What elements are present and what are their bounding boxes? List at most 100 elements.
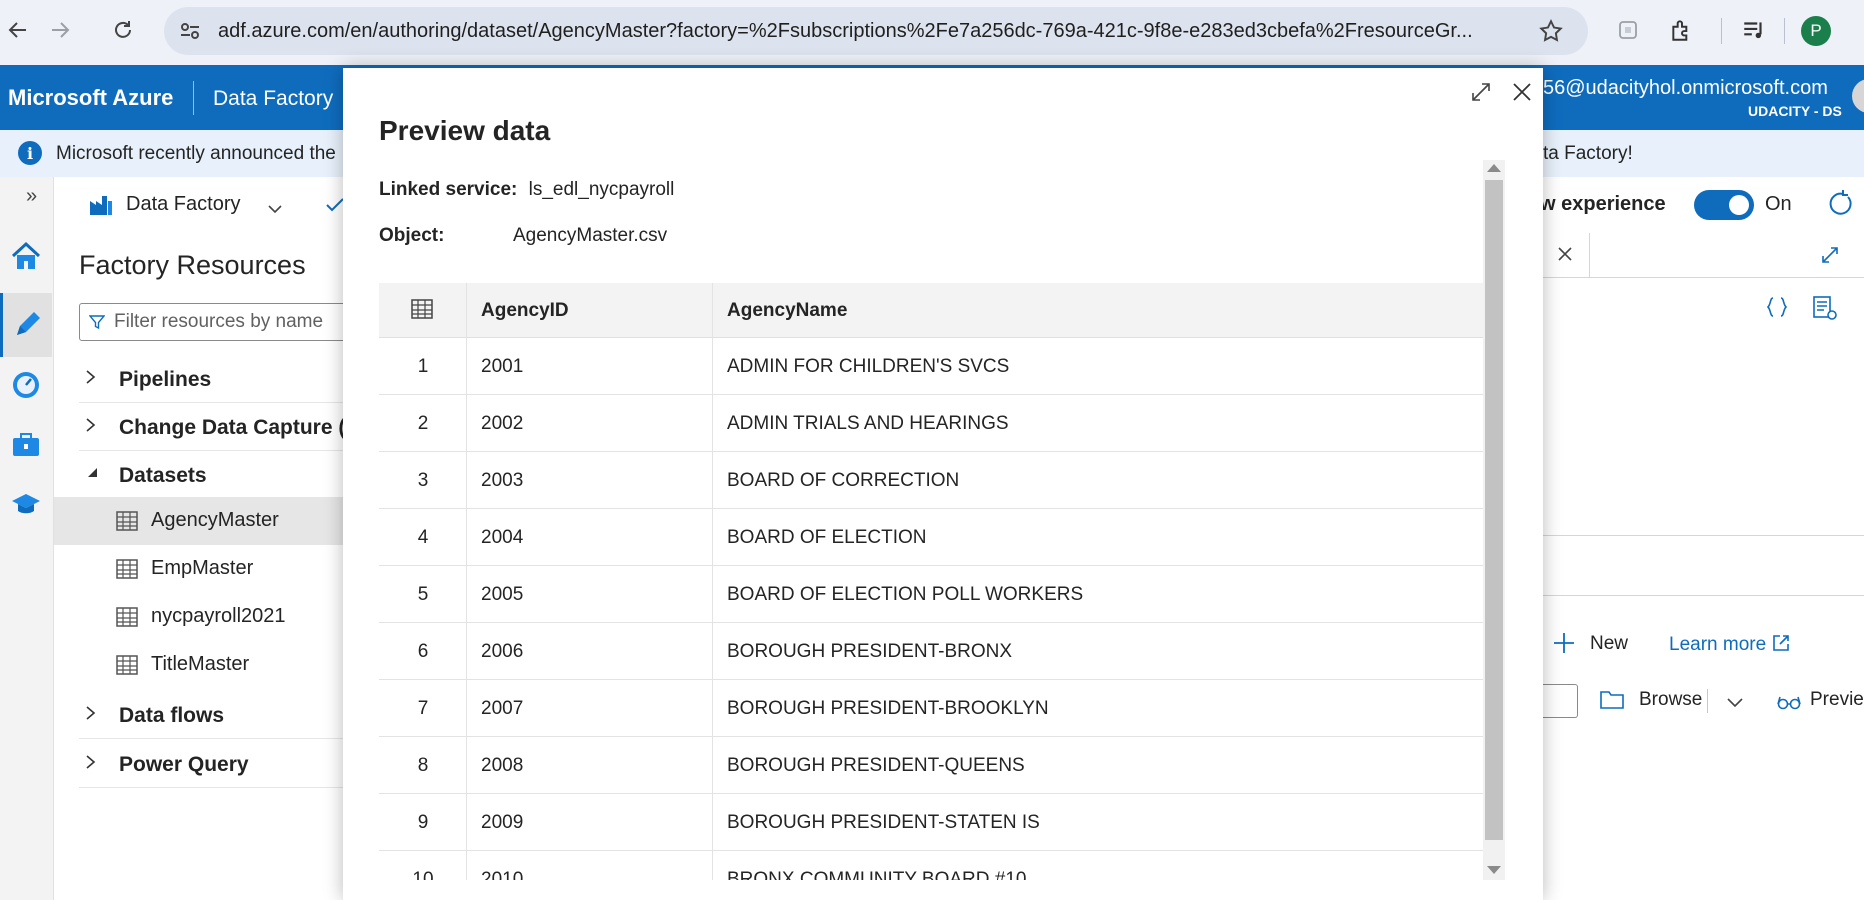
tree-group-power-query[interactable]: Power Query bbox=[79, 740, 359, 788]
left-nav-rail: » bbox=[0, 177, 54, 900]
table-row: 5 2005 BOARD OF ELECTION POLL WORKERS bbox=[379, 566, 1483, 623]
editor-tab[interactable] bbox=[1540, 233, 1590, 278]
table-icon bbox=[116, 559, 138, 584]
right-background-panel: w experience On New Learn more Browse Pr… bbox=[1540, 177, 1864, 900]
row-number-cell: 7 bbox=[379, 680, 467, 737]
monitor-gauge-icon[interactable] bbox=[0, 353, 52, 417]
banner-message-end: ta Factory! bbox=[1543, 143, 1633, 164]
bookmark-star-icon[interactable] bbox=[1538, 18, 1564, 49]
agency-name-cell: BOROUGH PRESIDENT-QUEENS bbox=[713, 737, 1483, 794]
product-name[interactable]: Data Factory bbox=[213, 87, 333, 111]
filter-funnel-icon bbox=[88, 314, 106, 335]
plus-icon[interactable] bbox=[1552, 631, 1576, 660]
expand-rail-icon[interactable]: » bbox=[26, 185, 37, 208]
agency-name-cell: BOROUGH PRESIDENT-BRONX bbox=[713, 623, 1483, 680]
agency-id-cell: 2006 bbox=[467, 623, 713, 680]
table-row: 8 2008 BOROUGH PRESIDENT-QUEENS bbox=[379, 737, 1483, 794]
row-number-cell: 10 bbox=[379, 851, 467, 880]
refresh-icon[interactable] bbox=[1826, 189, 1854, 222]
row-number-cell: 5 bbox=[379, 566, 467, 623]
tree-group-datasets[interactable]: Datasets bbox=[79, 451, 359, 499]
address-bar[interactable]: adf.azure.com/en/authoring/dataset/Agenc… bbox=[164, 7, 1588, 55]
row-number-cell: 3 bbox=[379, 452, 467, 509]
learn-more-link[interactable]: Learn more bbox=[1669, 634, 1766, 656]
forward-icon[interactable] bbox=[42, 12, 78, 48]
maximize-icon[interactable] bbox=[1820, 245, 1840, 270]
author-pencil-icon[interactable] bbox=[0, 293, 52, 357]
caret-right-icon bbox=[85, 754, 97, 775]
row-number-cell: 9 bbox=[379, 794, 467, 851]
panel-divider bbox=[1540, 595, 1864, 596]
user-email[interactable]: 56@udacityhol.onmicrosoft.com bbox=[1543, 77, 1828, 100]
toggle-state-label: On bbox=[1765, 193, 1792, 215]
dataset-label: EmpMaster bbox=[151, 557, 254, 579]
dataset-item-empmaster[interactable]: EmpMaster bbox=[54, 545, 346, 593]
home-icon[interactable] bbox=[0, 225, 52, 289]
page: adf.azure.com/en/authoring/dataset/Agenc… bbox=[0, 0, 1864, 900]
validate-check-icon[interactable] bbox=[326, 197, 344, 218]
experience-toggle[interactable] bbox=[1694, 190, 1754, 220]
browse-button[interactable]: Browse bbox=[1639, 689, 1702, 711]
chevron-down-icon[interactable] bbox=[1727, 695, 1743, 713]
dataset-item-nycpayroll2021[interactable]: nycpayroll2021 bbox=[54, 593, 346, 641]
agency-id-cell: 2002 bbox=[467, 395, 713, 452]
dataset-item-agencymaster[interactable]: AgencyMaster bbox=[54, 497, 346, 545]
preview-glasses-icon[interactable] bbox=[1777, 694, 1801, 715]
url-text[interactable]: adf.azure.com/en/authoring/dataset/Agenc… bbox=[218, 20, 1528, 43]
agency-id-cell: 2008 bbox=[467, 737, 713, 794]
manage-toolbox-icon[interactable] bbox=[0, 413, 52, 477]
reload-icon[interactable] bbox=[105, 12, 141, 48]
azure-brand[interactable]: Microsoft Azure bbox=[8, 85, 173, 111]
properties-icon[interactable] bbox=[1812, 295, 1838, 326]
grid-scrollbar[interactable] bbox=[1483, 160, 1505, 880]
expand-dialog-icon[interactable] bbox=[1465, 76, 1497, 108]
user-avatar[interactable] bbox=[1852, 79, 1864, 113]
scroll-down-arrow-icon[interactable] bbox=[1487, 866, 1501, 874]
extensions-puzzle-icon[interactable] bbox=[1664, 12, 1700, 48]
chevron-down-icon[interactable] bbox=[268, 201, 282, 219]
external-link-icon[interactable] bbox=[1772, 634, 1790, 657]
toggle-knob bbox=[1729, 195, 1749, 215]
table-row: 1 2001 ADMIN FOR CHILDREN'S SVCS bbox=[379, 338, 1483, 395]
tree-group-pipelines[interactable]: Pipelines bbox=[79, 355, 359, 403]
editor-tabstrip bbox=[1540, 233, 1864, 278]
table-row: 4 2004 BOARD OF ELECTION bbox=[379, 509, 1483, 566]
new-button[interactable]: New bbox=[1590, 633, 1628, 655]
scroll-up-arrow-icon[interactable] bbox=[1487, 164, 1501, 172]
preview-data-button[interactable]: Previe bbox=[1810, 689, 1864, 711]
table-row: 9 2009 BOROUGH PRESIDENT-STATEN IS bbox=[379, 794, 1483, 851]
browser-toolbar: adf.azure.com/en/authoring/dataset/Agenc… bbox=[0, 0, 1864, 65]
close-tab-icon[interactable] bbox=[1558, 247, 1572, 266]
dataset-label: TitleMaster bbox=[151, 653, 250, 675]
object-row: Object: AgencyMaster.csv bbox=[379, 225, 779, 247]
media-queue-icon[interactable] bbox=[1736, 12, 1772, 48]
scrollbar-thumb[interactable] bbox=[1485, 180, 1503, 840]
agency-id-cell: 2001 bbox=[467, 338, 713, 395]
dataset-path-input[interactable] bbox=[1540, 684, 1578, 718]
tree-group-change-data-capture[interactable]: Change Data Capture (p bbox=[79, 403, 359, 451]
close-dialog-icon[interactable] bbox=[1506, 76, 1538, 108]
back-icon[interactable] bbox=[0, 12, 36, 48]
factory-selector-label[interactable]: Data Factory bbox=[126, 193, 240, 216]
site-settings-icon[interactable] bbox=[178, 19, 202, 48]
profile-avatar[interactable]: P bbox=[1801, 16, 1831, 46]
folder-icon[interactable] bbox=[1600, 689, 1624, 714]
column-header-agencyid[interactable]: AgencyID bbox=[467, 283, 713, 338]
caret-right-icon bbox=[85, 417, 97, 438]
column-header-agencyname[interactable]: AgencyName bbox=[713, 283, 1483, 338]
filter-resources-field[interactable] bbox=[79, 303, 359, 341]
dataset-item-titlemaster[interactable]: TitleMaster bbox=[54, 641, 346, 689]
grid-icon bbox=[411, 299, 433, 325]
tree-group-data-flows[interactable]: Data flows bbox=[79, 691, 359, 739]
agency-name-cell: ADMIN TRIALS AND HEARINGS bbox=[713, 395, 1483, 452]
row-number-cell: 4 bbox=[379, 509, 467, 566]
learning-center-icon[interactable] bbox=[0, 473, 52, 537]
table-row: 2 2002 ADMIN TRIALS AND HEARINGS bbox=[379, 395, 1483, 452]
extension-icon[interactable] bbox=[1610, 12, 1646, 48]
filter-resources-input[interactable] bbox=[114, 311, 344, 333]
tree-group-label: Pipelines bbox=[119, 368, 212, 391]
tree-group-label: Data flows bbox=[119, 704, 225, 727]
code-braces-icon[interactable] bbox=[1765, 295, 1789, 324]
table-row: 6 2006 BOROUGH PRESIDENT-BRONX bbox=[379, 623, 1483, 680]
agency-id-cell: 2004 bbox=[467, 509, 713, 566]
